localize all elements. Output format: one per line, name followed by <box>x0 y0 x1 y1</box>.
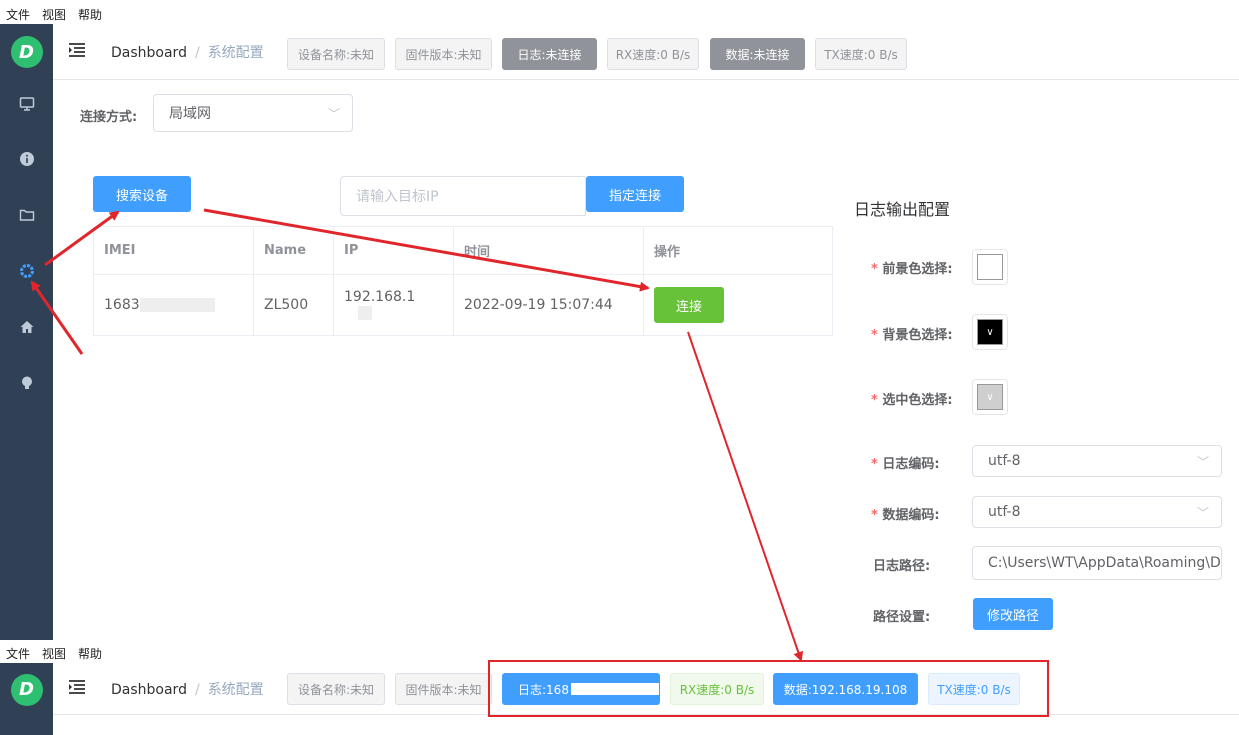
imei-cell: 1683 <box>93 274 254 336</box>
data-encoding-label: 数据编码: <box>871 504 939 523</box>
breadcrumb-home[interactable]: Dashboard <box>111 682 187 698</box>
chevron-down-icon: ∨ <box>977 384 1003 410</box>
device-table: IMEI Name IP 时间 操作 1683 ZL500 192.168.1 … <box>93 226 833 336</box>
breadcrumb-separator: / <box>194 681 200 698</box>
chevron-down-icon: ∨ <box>977 319 1003 345</box>
sidebar: D <box>0 24 53 640</box>
selected-color-picker[interactable]: ∨ <box>972 379 1008 415</box>
rx-speed-tag: RX速度:0 B/s <box>607 38 699 70</box>
logo: D <box>0 24 53 80</box>
log-path-label: 日志路径: <box>873 559 931 574</box>
action-cell: 连接 <box>643 274 833 336</box>
sidebar-bottom: D <box>0 663 53 735</box>
search-device-button[interactable]: 搜索设备 <box>93 176 191 212</box>
target-ip-input[interactable]: 请输入目标IP <box>340 176 586 216</box>
menu-file[interactable]: 文件 <box>0 645 36 662</box>
menu-help[interactable]: 帮助 <box>72 6 108 23</box>
breadcrumb-current: 系统配置 <box>207 681 264 698</box>
folder-icon[interactable] <box>0 187 53 243</box>
column-header-name: Name <box>253 226 334 275</box>
data-encoding-select[interactable]: utf-8 ﹀ <box>972 496 1222 528</box>
logo-badge: D <box>10 36 43 68</box>
logo: D <box>0 663 53 716</box>
imei-value: 1683 <box>104 297 140 313</box>
ip-value: 192.168.1 <box>344 289 416 305</box>
name-cell: ZL500 <box>253 274 334 336</box>
annotation-highlight-box <box>488 660 1049 717</box>
fg-color-label: 前景色选择: <box>871 258 952 277</box>
device-name-tag[interactable]: 设备名称:未知 <box>287 673 385 705</box>
selected-color-label: 选中色选择: <box>871 389 952 408</box>
ip-cell: 192.168.1 <box>333 274 454 336</box>
bulb-icon[interactable] <box>0 355 53 411</box>
log-status-button[interactable]: 日志:未连接 <box>502 38 597 70</box>
connection-mode-value: 局域网 <box>169 106 211 122</box>
connect-button[interactable]: 连接 <box>654 287 724 323</box>
firmware-tag[interactable]: 固件版本:未知 <box>395 673 492 705</box>
fg-color-swatch <box>977 254 1003 280</box>
bg-color-picker[interactable]: ∨ <box>972 314 1008 350</box>
log-encoding-value: utf-8 <box>988 453 1021 469</box>
connection-mode-label: 连接方式: <box>80 110 138 125</box>
menu-view[interactable]: 视图 <box>36 645 72 662</box>
menu-bar: 文件 视图 帮助 <box>0 4 1239 24</box>
path-setting-label: 路径设置: <box>873 610 931 625</box>
log-path-input[interactable]: C:\Users\WT\AppData\Roaming\De <box>972 546 1222 580</box>
breadcrumb-current: 系统配置 <box>207 44 264 61</box>
table-row: 1683 ZL500 192.168.1 2022-09-19 15:07:44… <box>93 274 833 336</box>
data-encoding-value: utf-8 <box>988 504 1021 520</box>
connection-mode-select[interactable]: 局域网 ﹀ <box>153 94 353 132</box>
menu-view[interactable]: 视图 <box>36 6 72 23</box>
data-status-button[interactable]: 数据:未连接 <box>710 38 805 70</box>
column-header-imei: IMEI <box>93 226 254 275</box>
logo-badge: D <box>10 673 43 706</box>
hamburger-icon[interactable] <box>53 678 101 699</box>
chevron-down-icon: ﹀ <box>327 107 340 121</box>
firmware-tag[interactable]: 固件版本:未知 <box>395 38 492 70</box>
chevron-down-icon: ﹀ <box>1196 506 1209 520</box>
device-name-tag[interactable]: 设备名称:未知 <box>287 38 385 70</box>
table-header-row: IMEI Name IP 时间 操作 <box>93 226 833 275</box>
log-encoding-select[interactable]: utf-8 ﹀ <box>972 445 1222 477</box>
column-header-action: 操作 <box>643 226 833 275</box>
info-icon[interactable] <box>0 131 53 187</box>
log-config-title: 日志输出配置 <box>854 200 951 219</box>
gear-icon[interactable] <box>0 243 53 299</box>
log-encoding-label: 日志编码: <box>871 453 939 472</box>
breadcrumb: Dashboard / 系统配置 <box>111 42 264 62</box>
time-cell: 2022-09-19 15:07:44 <box>453 274 644 336</box>
hamburger-icon[interactable] <box>53 41 101 62</box>
column-header-ip: IP <box>333 226 454 275</box>
chevron-down-icon: ﹀ <box>1196 455 1209 469</box>
breadcrumb-separator: / <box>194 44 200 61</box>
monitor-icon[interactable] <box>0 76 53 132</box>
top-navbar: Dashboard / 系统配置 设备名称:未知 固件版本:未知 日志:未连接 RX… <box>53 24 1239 80</box>
redacted-block <box>358 306 372 320</box>
fg-color-picker[interactable] <box>972 249 1008 285</box>
main-content: 连接方式: 局域网 ﹀ 搜索设备 请输入目标IP 指定连接 IMEI Name … <box>53 80 1239 640</box>
tx-speed-tag: TX速度:0 B/s <box>815 38 907 70</box>
modify-path-button[interactable]: 修改路径 <box>973 598 1053 630</box>
breadcrumb: Dashboard / 系统配置 <box>111 679 264 699</box>
redacted-block <box>139 298 215 312</box>
breadcrumb-home[interactable]: Dashboard <box>111 45 187 61</box>
connect-target-button[interactable]: 指定连接 <box>586 176 684 212</box>
menu-file[interactable]: 文件 <box>0 6 36 23</box>
app-window: D Dashboard / 系统配置 设备名称:未知 固件版本:未知 日志:未连接 … <box>0 24 1239 640</box>
home-icon[interactable] <box>0 299 53 355</box>
column-header-time: 时间 <box>453 226 644 275</box>
menu-help[interactable]: 帮助 <box>72 645 108 662</box>
bg-color-label: 背景色选择: <box>871 324 952 343</box>
